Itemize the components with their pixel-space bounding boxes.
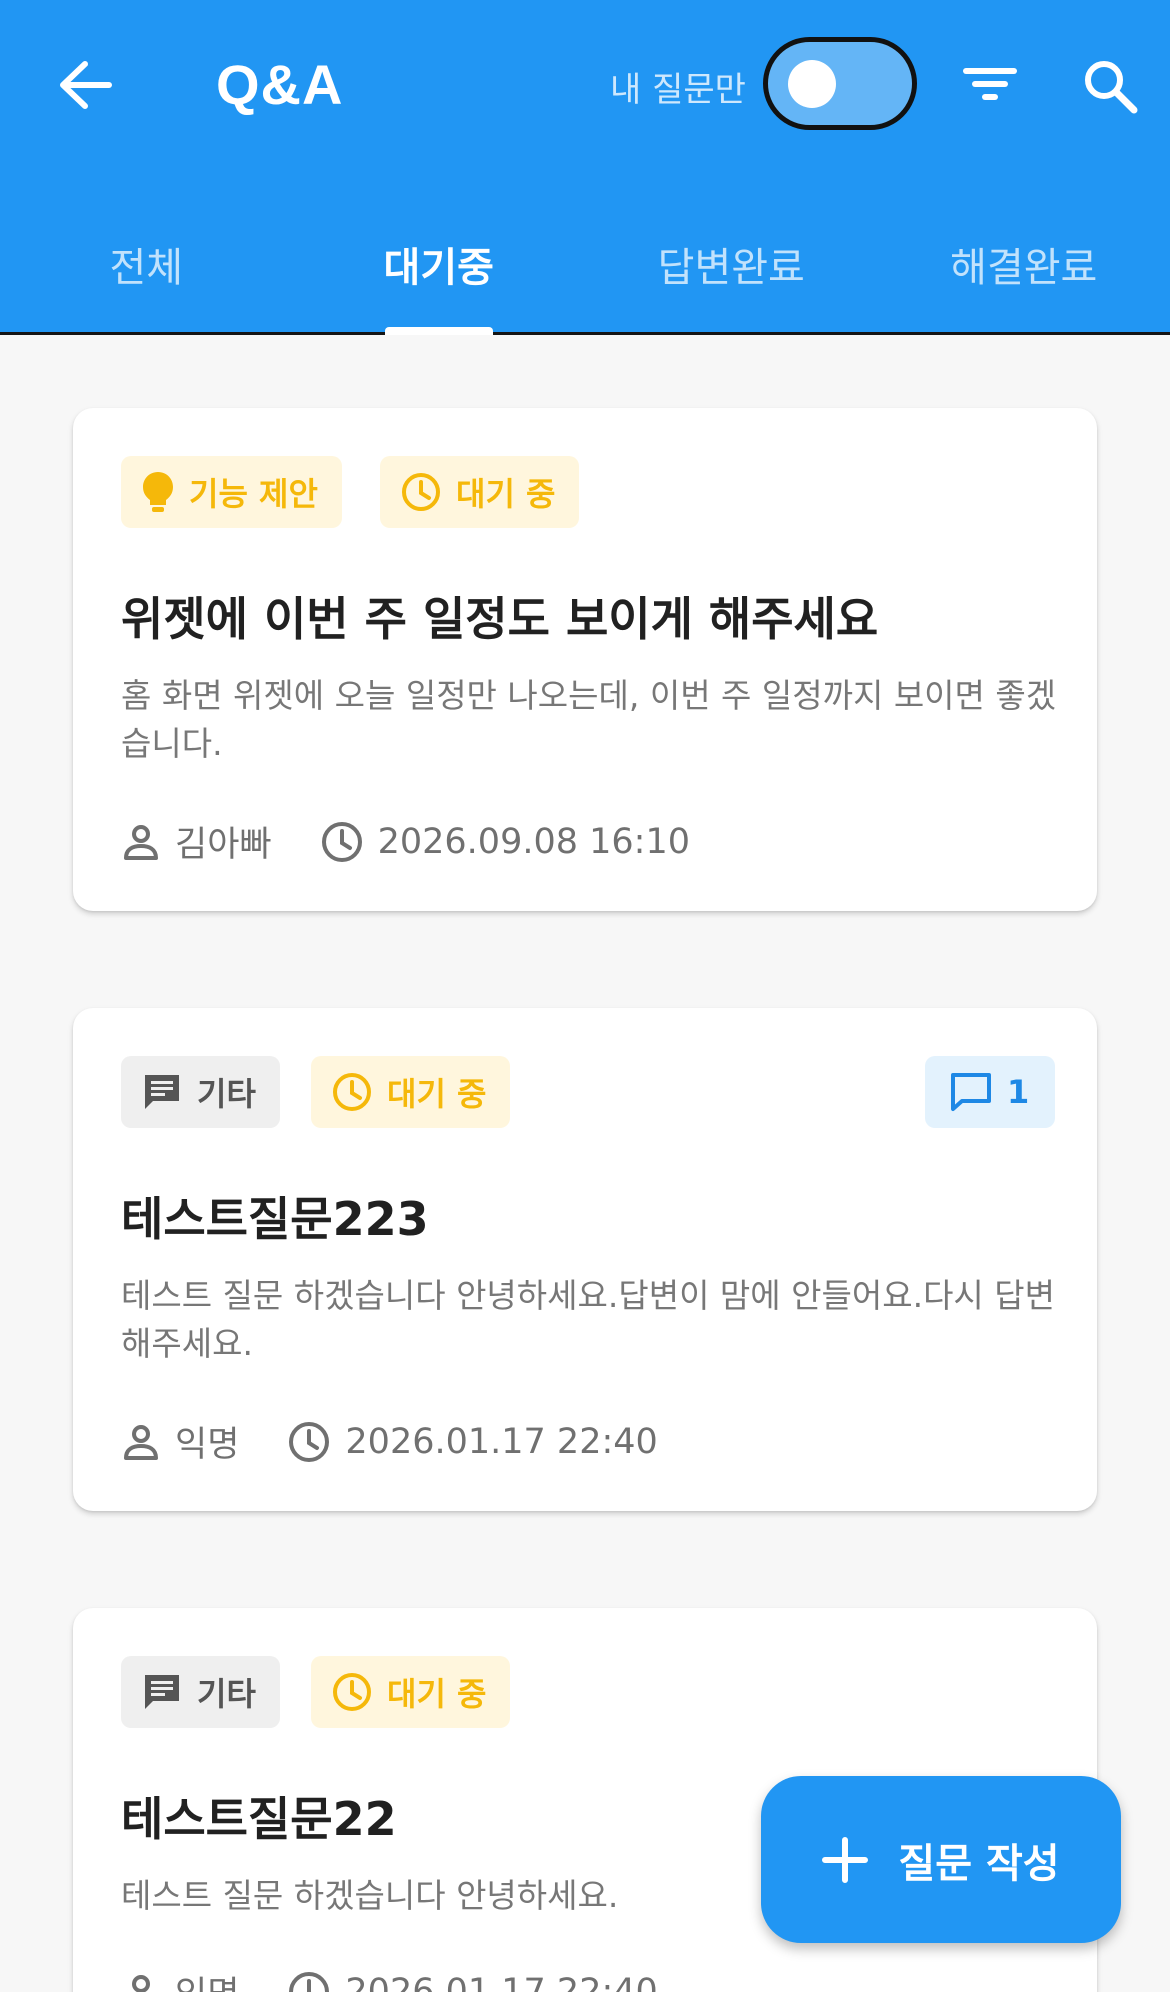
lightbulb-icon (143, 472, 173, 512)
question-datetime: 2026.01.17 22:40 (345, 1421, 658, 1462)
comment-count-badge: 1 (925, 1056, 1056, 1128)
comment-count: 1 (1007, 1073, 1030, 1111)
message-icon (145, 1075, 179, 1109)
clock-icon (321, 821, 362, 862)
tab-resolved[interactable]: 해결완료 (878, 210, 1170, 335)
category-label: 기타 (197, 1075, 256, 1113)
clock-icon (289, 1971, 330, 1992)
search-icon (1085, 61, 1138, 114)
question-title: 위젯에 이번 주 일정도 보이게 해주세요 (121, 592, 879, 646)
status-label: 대기 중 (387, 1675, 487, 1713)
tab-answered[interactable]: 답변완료 (585, 210, 878, 335)
question-meta: 익명 2026.01.17 22:40 (121, 1416, 658, 1467)
status-badge: 대기 중 (380, 456, 580, 528)
question-body: 테스트 질문 하겠습니다 안녕하세요.답변이 맘에 안들어요.다시 답변해주세요… (121, 1276, 1055, 1363)
status-label: 대기 중 (456, 475, 556, 513)
app-bar: Q&A 내 질문만 전체 대기중 답변완료 해결완료 (0, 0, 1170, 335)
filter-button[interactable] (950, 48, 1030, 120)
my-questions-toggle[interactable] (763, 37, 917, 130)
filter-icon (963, 68, 1017, 100)
person-icon (124, 1424, 158, 1460)
message-icon (145, 1675, 179, 1709)
back-button[interactable] (50, 50, 120, 120)
plus-icon (822, 1836, 869, 1883)
active-tab-indicator (385, 327, 493, 335)
question-datetime: 2026.09.08 16:10 (377, 821, 690, 862)
question-title: 테스트질문22 (121, 1792, 397, 1846)
question-title: 테스트질문223 (121, 1192, 429, 1246)
write-question-label: 질문 작성 (898, 1840, 1060, 1887)
toggle-knob (788, 60, 836, 108)
category-chip: 기능 제안 (121, 456, 342, 528)
tab-all[interactable]: 전체 (0, 210, 293, 335)
status-tabs: 전체 대기중 답변완료 해결완료 (0, 210, 1170, 335)
category-label: 기능 제안 (189, 475, 318, 513)
comment-icon (951, 1073, 991, 1111)
person-icon (132, 1974, 150, 1992)
question-meta: 김아빠 2026.09.08 16:10 (121, 816, 690, 867)
status-badge: 대기 중 (311, 1656, 511, 1728)
status-badge: 대기 중 (311, 1056, 511, 1128)
author-name: 익명 (175, 1425, 240, 1465)
author-name: 김아빠 (175, 825, 272, 865)
page-title: Q&A (216, 53, 344, 116)
tab-pending[interactable]: 대기중 (293, 210, 586, 335)
clock-icon (333, 1673, 371, 1711)
clock-icon (333, 1073, 371, 1111)
person-icon (124, 824, 158, 860)
search-button[interactable] (1072, 48, 1148, 124)
question-datetime: 2026.01.17 22:40 (345, 1971, 658, 1992)
question-meta: 익명 2026.01.17 22:40 (121, 1966, 658, 1992)
category-label: 기타 (197, 1675, 256, 1713)
category-chip: 기타 (121, 1056, 280, 1128)
question-body: 홈 화면 위젯에 오늘 일정만 나오는데, 이번 주 일정까지 보이면 좋겠습니… (121, 676, 1057, 763)
question-card[interactable]: 기능 제안 대기 중 위젯에 이번 주 일정도 보이게 해주세요 홈 화면 위젯… (73, 408, 1097, 911)
clock-icon (289, 1421, 330, 1462)
category-chip: 기타 (121, 1656, 280, 1728)
author-name: 익명 (175, 1966, 239, 1992)
arrow-left-icon (60, 61, 112, 109)
question-card[interactable]: 기타 대기 중 1 테스트질문223 테스트 질문 하겠습니다 안녕하세요.답변… (73, 1008, 1097, 1511)
my-questions-label: 내 질문만 (610, 70, 746, 110)
clock-icon (402, 473, 440, 511)
status-label: 대기 중 (387, 1075, 487, 1113)
write-question-button[interactable]: 질문 작성 (761, 1776, 1121, 1943)
